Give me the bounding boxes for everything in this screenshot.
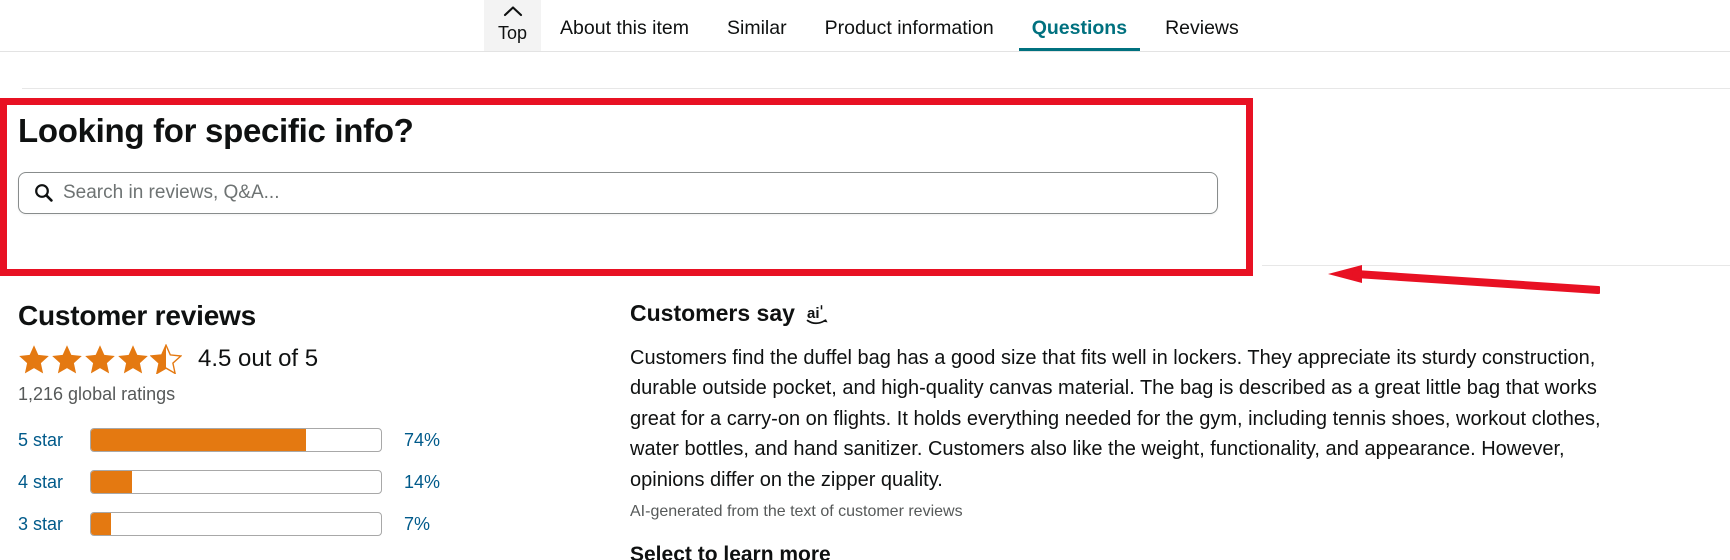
section-divider-top — [22, 88, 1730, 89]
customer-reviews-heading: Customer reviews — [18, 300, 257, 331]
tab-top-label: Top — [498, 22, 528, 43]
star-rating-icon — [18, 344, 184, 374]
histogram-label-4-star[interactable]: 4 star — [18, 472, 90, 493]
histogram-fill-3-star — [91, 513, 112, 535]
section-nav-tabs: Top About this item Similar Product info… — [0, 0, 1730, 52]
tab-product-information-label: Product information — [824, 17, 994, 39]
histogram-percent-5-star[interactable]: 74% — [404, 430, 440, 451]
product-reviews-page: Top About this item Similar Product info… — [0, 0, 1730, 560]
svg-text:ai: ai — [807, 305, 820, 322]
select-to-learn-more-heading: Select to learn more — [630, 542, 831, 560]
customers-say-section: Customers say ai Customers find the duff… — [630, 300, 1630, 560]
histogram-bar-5-star[interactable] — [90, 428, 382, 452]
search-icon — [34, 183, 53, 203]
histogram-label-3-star[interactable]: 3 star — [18, 514, 90, 535]
customers-say-heading: Customers say — [630, 300, 795, 326]
tab-reviews[interactable]: Reviews — [1146, 0, 1258, 52]
looking-for-specific-info-section: Looking for specific info? — [18, 112, 1238, 214]
tab-similar[interactable]: Similar — [708, 0, 806, 52]
histogram-bar-3-star[interactable] — [90, 512, 382, 536]
customer-reviews-section: Customer reviews 4.5 out of 5 1,216 glob… — [18, 300, 578, 537]
histogram-label-5-star[interactable]: 5 star — [18, 430, 90, 451]
ai-generated-caption: AI-generated from the text of customer r… — [630, 502, 963, 520]
histogram-bar-4-star[interactable] — [90, 470, 382, 494]
chevron-up-icon — [503, 2, 523, 22]
nav-bottom-divider — [0, 51, 1730, 52]
histogram-fill-5-star — [91, 429, 306, 451]
customers-say-summary: Customers find the duffel bag has a good… — [630, 347, 1601, 491]
histogram-percent-4-star[interactable]: 14% — [404, 472, 440, 493]
page-title: Looking for specific info? — [18, 112, 414, 149]
histogram-percent-3-star[interactable]: 7% — [404, 514, 430, 535]
histogram-row-5-star[interactable]: 5 star 74% — [18, 427, 578, 453]
rating-value-text: 4.5 out of 5 — [198, 345, 319, 372]
tab-top[interactable]: Top — [484, 0, 542, 52]
overall-rating-row[interactable]: 4.5 out of 5 — [18, 344, 578, 374]
tab-reviews-label: Reviews — [1165, 17, 1239, 39]
tab-about-this-item[interactable]: About this item — [541, 0, 708, 52]
tab-questions[interactable]: Questions — [1013, 0, 1146, 52]
search-input[interactable] — [63, 181, 1217, 204]
tab-product-information[interactable]: Product information — [806, 0, 1013, 52]
section-divider-right — [1262, 265, 1730, 266]
tab-about-this-item-label: About this item — [560, 17, 690, 39]
histogram-row-4-star[interactable]: 4 star 14% — [18, 469, 578, 495]
tab-similar-label: Similar — [727, 17, 787, 39]
rating-histogram: 5 star 74% 4 star 14% 3 star 7% — [18, 427, 578, 537]
histogram-row-3-star[interactable]: 3 star 7% — [18, 511, 578, 537]
reviews-search-box[interactable] — [18, 171, 1218, 214]
customers-say-header: Customers say ai — [630, 300, 1630, 327]
histogram-fill-4-star — [91, 471, 132, 493]
amazon-ai-icon: ai — [806, 303, 836, 329]
tab-questions-label: Questions — [1031, 17, 1128, 39]
global-ratings-count: 1,216 global ratings — [18, 384, 176, 404]
